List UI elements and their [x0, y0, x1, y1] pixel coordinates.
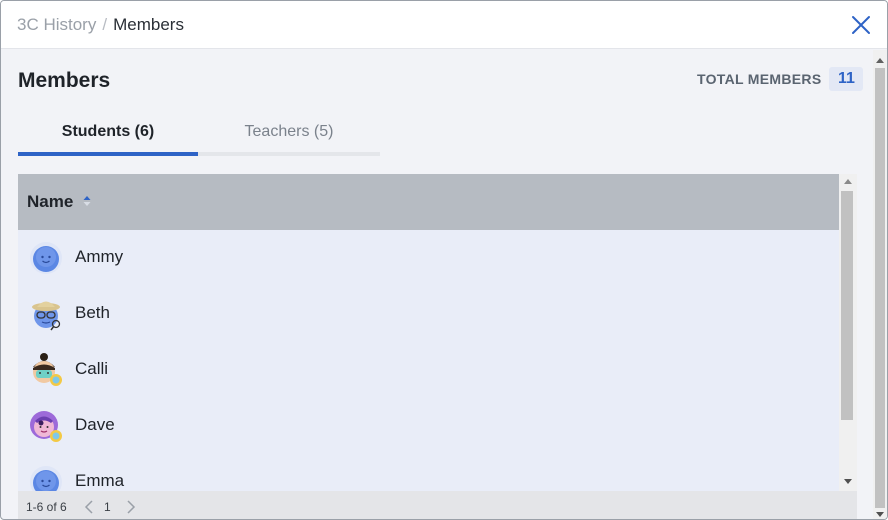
sort-ascending-icon[interactable]: [82, 195, 92, 207]
chevron-right-icon[interactable]: [124, 499, 138, 515]
close-button[interactable]: [849, 13, 873, 37]
bun-hair-avatar-icon: [33, 353, 62, 386]
total-members-label: TOTAL MEMBERS: [697, 71, 822, 87]
pagination-page-number[interactable]: 1: [104, 500, 111, 514]
page-title: Members: [18, 69, 111, 92]
scroll-down-icon[interactable]: [844, 479, 852, 484]
member-tabs: Students (6) Teachers (5): [18, 114, 380, 156]
scroll-up-icon[interactable]: [844, 179, 852, 184]
purple-hair-avatar-icon: [30, 411, 62, 442]
members-dialog: 3C History / Members Members TOTAL MEMBERS…: [0, 0, 888, 520]
student-name: Emma: [75, 471, 125, 490]
student-name: Beth: [75, 303, 110, 322]
student-name: Dave: [75, 415, 115, 434]
pagination-bar: 1-6 of 6 1: [18, 491, 857, 519]
blue-smiley-avatar-icon: [30, 242, 62, 274]
scrollbar-thumb[interactable]: [875, 68, 885, 508]
table-body: Ammy Beth Calli Dave Emma: [18, 230, 839, 491]
explorer-avatar-icon: [32, 301, 61, 331]
table-header: Name: [18, 174, 839, 230]
total-members-badge: 11: [829, 67, 864, 91]
dialog-scrollbar[interactable]: [873, 50, 887, 519]
table-row[interactable]: Beth: [18, 286, 839, 342]
dialog-header: 3C History / Members: [1, 1, 887, 49]
breadcrumb-parent-link[interactable]: 3C History: [17, 15, 96, 34]
blue-smiley-avatar-icon: [30, 466, 62, 491]
table-scrollbar[interactable]: [839, 174, 857, 491]
scrollbar-thumb[interactable]: [841, 191, 853, 420]
dialog-content: Members TOTAL MEMBERS 11 Students (6) Te…: [1, 50, 873, 519]
table-row[interactable]: Ammy: [18, 230, 839, 286]
table-row[interactable]: Dave: [18, 398, 839, 454]
pagination-range: 1-6 of 6: [26, 500, 67, 514]
tab-teachers[interactable]: Teachers (5): [198, 114, 380, 156]
column-header-name[interactable]: Name: [27, 192, 73, 212]
table-row[interactable]: Emma: [18, 454, 839, 491]
members-table: Name Ammy Beth Calli Dave Emma 1-6 of 6 …: [18, 174, 857, 519]
scroll-up-icon[interactable]: [876, 58, 884, 63]
breadcrumb: 3C History / Members: [17, 15, 184, 35]
total-members: TOTAL MEMBERS 11: [697, 67, 864, 91]
student-name: Ammy: [75, 247, 124, 266]
chevron-left-icon[interactable]: [82, 499, 96, 515]
student-name: Calli: [75, 359, 109, 378]
close-icon: [852, 16, 870, 34]
scroll-down-icon[interactable]: [876, 512, 884, 517]
breadcrumb-current: Members: [113, 15, 184, 34]
table-row[interactable]: Calli: [18, 342, 839, 398]
breadcrumb-separator: /: [102, 15, 108, 34]
tab-students[interactable]: Students (6): [18, 114, 198, 156]
